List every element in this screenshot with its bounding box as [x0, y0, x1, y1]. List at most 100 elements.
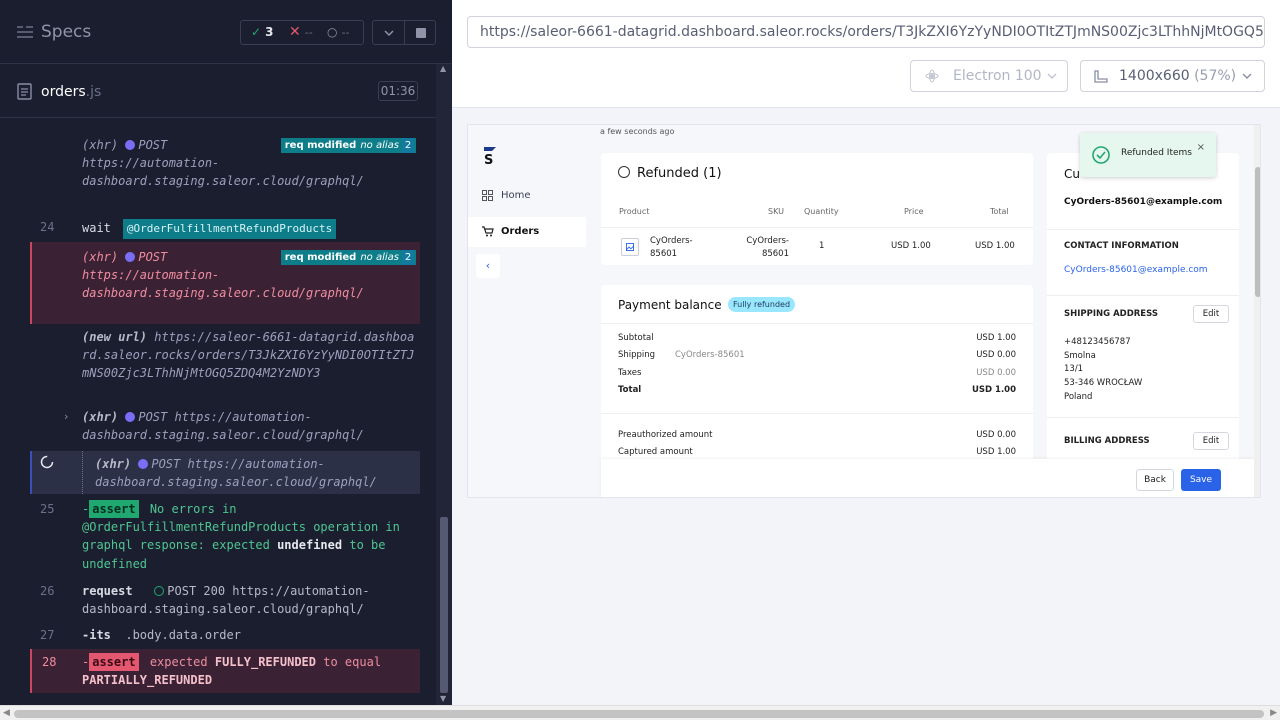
command-number: 25: [40, 502, 55, 516]
command-xhr-collapsed[interactable]: › (xhr) POST https://automation-dashboar…: [0, 408, 420, 444]
command-text: (xhr) POST https://automation-dashboard.…: [82, 250, 364, 301]
xhr-dot-icon: [125, 252, 136, 262]
chevron-down-icon: [384, 30, 394, 37]
cell-price: USD 1.00: [891, 241, 931, 251]
request-status-icon: [154, 586, 165, 596]
browser-selector[interactable]: Electron 100: [910, 60, 1068, 92]
options-dropdown-button[interactable]: [372, 20, 405, 45]
url-field[interactable]: https://saleor-6661-datagrid.dashboard.s…: [467, 16, 1265, 48]
col-sku: SKU: [768, 207, 784, 216]
previous-command-text: -: [82, 118, 89, 124]
passed-stat: ✓ 3: [251, 25, 274, 39]
app-preview-panel: https://saleor-6661-datagrid.dashboard.s…: [452, 0, 1280, 705]
specs-title[interactable]: Specs: [41, 22, 91, 42]
failed-stat: ✕ --: [289, 24, 313, 40]
save-button[interactable]: Save: [1181, 469, 1221, 491]
command-text: (xhr) POST https://automation-dashboard.…: [95, 457, 377, 490]
alias-badge: @OrderFulfillmentRefundProducts: [122, 219, 337, 240]
command-text: -its .body.data.order: [82, 628, 241, 642]
horizontal-scrollbar[interactable]: ◀ ▶: [0, 705, 1280, 720]
close-icon[interactable]: ×: [1197, 142, 1205, 153]
command-xhr-pending[interactable]: (xhr) POST https://automation-dashboard.…: [30, 451, 420, 494]
command-assert-fail[interactable]: 28 - assert expected FULLY_REFUNDED to eq…: [30, 649, 420, 693]
app-scrollbar[interactable]: [1254, 125, 1260, 497]
scroll-right-icon[interactable]: ▶: [1270, 708, 1277, 718]
xhr-dot-icon: [125, 412, 136, 422]
scroll-up-icon[interactable]: ▲: [440, 64, 446, 73]
home-icon: [482, 190, 493, 201]
command-its[interactable]: 27 -its .body.data.order: [0, 626, 420, 646]
test-stats: ✓ 3 ✕ -- ○ --: [240, 20, 364, 45]
command-text: (xhr) POST https://automation-dashboard.…: [82, 138, 364, 189]
chevron-right-icon[interactable]: ›: [64, 410, 68, 423]
viewport-selector[interactable]: 1400x660 (57%): [1080, 60, 1265, 92]
command-text: - assert No errors in @OrderFulfillmentRe…: [82, 500, 400, 571]
pending-stat: ○ --: [327, 25, 350, 39]
command-text: wait @OrderFulfillmentRefundProducts: [82, 219, 337, 240]
check-circle-icon: [1092, 146, 1110, 164]
collapse-sidebar-button[interactable]: ‹: [476, 254, 500, 278]
file-icon: [17, 83, 32, 100]
shipping-address-label: SHIPPING ADDRESS: [1064, 309, 1158, 319]
req-modified-badge: req modified no alias 2: [280, 250, 416, 265]
command-xhr[interactable]: (xhr) POST https://automation-dashboard.…: [0, 136, 420, 210]
command-log-scrollbar[interactable]: ▲ ▼: [436, 64, 452, 705]
edit-shipping-button[interactable]: Edit: [1193, 305, 1229, 323]
col-price: Price: [904, 207, 924, 216]
spinner-icon: [40, 455, 54, 469]
application-under-test: S Home Orders ‹ a few seconds ago Refund…: [467, 124, 1261, 498]
cart-icon: [482, 226, 494, 237]
refunded-title: Refunded (1): [618, 166, 722, 181]
command-list: - (xhr) POST https://automation-dashboar…: [0, 118, 436, 705]
payment-title: Payment balance: [618, 298, 722, 312]
spec-duration: 01:36: [378, 81, 418, 101]
command-text: - assert expected FULLY_REFUNDED to equal…: [82, 653, 382, 688]
command-text: (xhr) POST https://automation-dashboard.…: [82, 410, 364, 443]
scroll-down-icon[interactable]: ▼: [440, 694, 446, 703]
customer-email[interactable]: CyOrders-85601@example.com: [1064, 197, 1222, 207]
customer-card: Cu CyOrders-85601@example.com CONTACT IN…: [1047, 153, 1239, 497]
command-text: request POST 200 https://automation-dash…: [82, 584, 370, 617]
electron-icon: [925, 69, 939, 83]
command-xhr-1[interactable]: -: [0, 118, 420, 124]
ruler-icon: [1094, 70, 1108, 83]
saleor-logo-icon: S: [484, 147, 496, 165]
billing-address-label: BILLING ADDRESS: [1064, 436, 1150, 446]
total-row: Total USD 1.00: [618, 385, 1016, 395]
sidebar-item-home[interactable]: Home: [468, 181, 586, 211]
command-number: 26: [40, 584, 55, 598]
browser-toolbar: https://saleor-6661-datagrid.dashboard.s…: [452, 0, 1280, 108]
command-new-url[interactable]: (new url) https://saleor-6661-datagrid.d…: [0, 328, 420, 404]
command-log-panel: Specs ✓3 ✕-- ○-- orders.js 01:36 - (xhr)…: [0, 0, 452, 705]
command-wait[interactable]: 24 wait @OrderFulfillmentRefundProducts: [0, 218, 420, 240]
sidebar-item-orders[interactable]: Orders: [468, 217, 586, 247]
payment-balance-card: Payment balance Fully refunded Subtotal U…: [601, 285, 1033, 465]
col-product: Product: [619, 207, 650, 216]
svg-text:S: S: [484, 153, 493, 165]
image-placeholder-icon: [621, 238, 639, 256]
command-number: 27: [40, 628, 55, 642]
contact-email-link[interactable]: CyOrders-85601@example.com: [1064, 265, 1208, 275]
spec-file-name[interactable]: orders.js: [41, 84, 101, 100]
command-text: (new url) https://saleor-6661-datagrid.d…: [82, 330, 415, 381]
back-button[interactable]: Back: [1136, 469, 1174, 491]
command-number: 24: [40, 220, 55, 234]
command-xhr-failed[interactable]: (xhr) POST https://automation-dashboard.…: [30, 242, 420, 324]
cell-quantity: 1: [819, 241, 825, 251]
col-total: Total: [990, 207, 1009, 216]
stop-button[interactable]: [404, 20, 436, 45]
runner-header: Specs ✓ 3 ✕ -- ○ --: [0, 0, 452, 64]
status-circle-icon: [618, 166, 630, 178]
command-number: 28: [42, 655, 57, 669]
edit-billing-button[interactable]: Edit: [1193, 432, 1229, 450]
menu-icon[interactable]: [16, 24, 34, 40]
command-assert-pass[interactable]: 25 - assert No errors in @OrderFulfillmen…: [0, 500, 420, 574]
xhr-dot-icon: [138, 459, 149, 469]
customer-title: Cu: [1064, 167, 1080, 181]
preauthorized-row: Preauthorized amount USD 0.00: [618, 430, 1016, 440]
cell-sku: CyOrders-85601: [746, 236, 789, 259]
command-request[interactable]: 26 request POST 200 https://automation-d…: [0, 582, 420, 620]
contact-information-label: CONTACT INFORMATION: [1064, 241, 1179, 251]
scroll-left-icon[interactable]: ◀: [3, 708, 10, 718]
shipping-address: +48123456787 Smolna 13/1 53-346 WROCŁAW …: [1064, 337, 1143, 402]
